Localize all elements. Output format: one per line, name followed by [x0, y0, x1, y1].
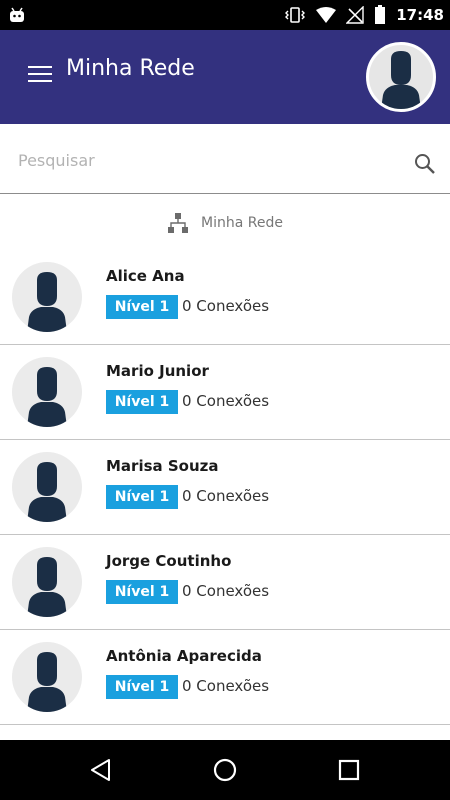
- member-name: Jorge Coutinho: [106, 552, 232, 570]
- member-name: Antônia Aparecida: [106, 647, 262, 665]
- user-silhouette-icon: [381, 51, 421, 109]
- connections-count: 0 Conexões: [182, 487, 270, 505]
- avatar: [12, 357, 82, 427]
- battery-icon: [375, 5, 386, 24]
- level-badge: Nível 1: [106, 580, 178, 604]
- list-item[interactable]: Marisa Souza Nível 1 0 Conexões: [0, 440, 450, 535]
- no-signal-icon: [346, 6, 364, 24]
- vibrate-icon: [285, 7, 306, 23]
- system-nav-bar: [0, 740, 450, 800]
- avatar: [12, 262, 82, 332]
- hamburger-menu-icon[interactable]: [28, 66, 52, 86]
- avatar: [12, 547, 82, 617]
- member-name: Mario Junior: [106, 362, 209, 380]
- search-input[interactable]: [18, 146, 398, 174]
- connections-count: 0 Conexões: [182, 392, 270, 410]
- android-icon: [10, 7, 24, 22]
- level-badge: Nível 1: [106, 485, 178, 509]
- profile-avatar[interactable]: [366, 42, 436, 112]
- connections-count: 0 Conexões: [182, 582, 270, 600]
- user-silhouette-icon: [27, 367, 67, 427]
- section-header: Minha Rede: [0, 195, 450, 251]
- user-silhouette-icon: [27, 272, 67, 332]
- level-badge: Nível 1: [106, 390, 178, 414]
- list-item[interactable]: Mario Junior Nível 1 0 Conexões: [0, 345, 450, 440]
- member-name: Alice Ana: [106, 267, 185, 285]
- app-bar: Minha Rede: [0, 30, 450, 124]
- home-button[interactable]: [210, 755, 240, 785]
- level-badge: Nível 1: [106, 675, 178, 699]
- connections-count: 0 Conexões: [182, 297, 270, 315]
- network-icon: [168, 213, 189, 233]
- member-list: Alice Ana Nível 1 0 Conexões Mario Junio…: [0, 250, 450, 725]
- section-title: Minha Rede: [201, 215, 283, 231]
- page-title: Minha Rede: [66, 56, 195, 81]
- status-time: 17:48: [396, 6, 444, 24]
- back-icon: [91, 759, 110, 781]
- wifi-icon: [316, 7, 337, 23]
- list-item[interactable]: Alice Ana Nível 1 0 Conexões: [0, 250, 450, 345]
- recents-button[interactable]: [334, 755, 364, 785]
- user-silhouette-icon: [27, 652, 67, 712]
- search-icon[interactable]: [414, 153, 436, 175]
- user-silhouette-icon: [27, 557, 67, 617]
- avatar: [12, 452, 82, 522]
- search-bar: [0, 124, 450, 194]
- level-badge: Nível 1: [106, 295, 178, 319]
- recents-icon: [338, 759, 360, 781]
- home-icon: [213, 758, 237, 782]
- avatar: [12, 642, 82, 712]
- status-bar: 17:48: [0, 0, 450, 30]
- list-item[interactable]: Antônia Aparecida Nível 1 0 Conexões: [0, 630, 450, 725]
- member-name: Marisa Souza: [106, 457, 219, 475]
- list-item[interactable]: Jorge Coutinho Nível 1 0 Conexões: [0, 535, 450, 630]
- user-silhouette-icon: [27, 462, 67, 522]
- back-button[interactable]: [86, 755, 116, 785]
- connections-count: 0 Conexões: [182, 677, 270, 695]
